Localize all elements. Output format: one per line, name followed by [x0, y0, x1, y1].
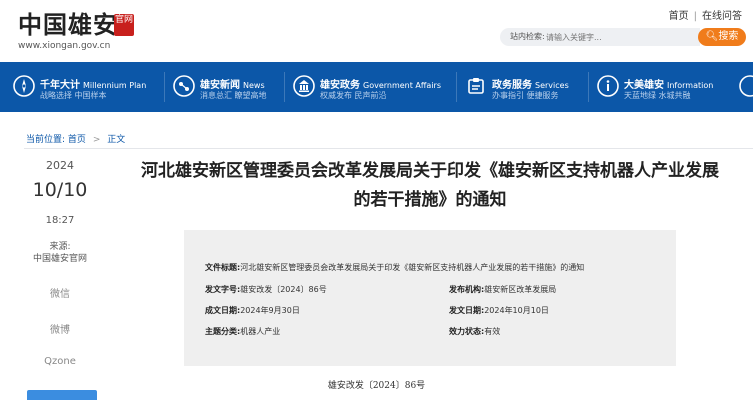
search-input[interactable] [546, 30, 696, 44]
info-issuer: 发布机构:雄安新区改革发展局 [449, 285, 557, 294]
source-name: 中国雄安官网 [32, 254, 87, 264]
nav-subtitle: 战略选择 中国样本 [40, 91, 107, 100]
home-link[interactable]: 首页 [669, 11, 689, 22]
search-button[interactable]: 🔍︎搜索 [698, 28, 746, 46]
nav-subtitle: 消息总汇 瞭望高地 [200, 91, 267, 100]
main-nav: 千年大计 Millennium Plan 战略选择 中国样本 雄安新闻 News 消… [0, 62, 753, 112]
info-doc-no: 发文字号:雄安改发〔2024〕86号 [205, 285, 327, 294]
compass-icon [12, 74, 36, 98]
breadcrumb-label: 当前位置: [26, 135, 66, 145]
publish-year: 2024 [46, 159, 74, 172]
document-number: 雄安改发〔2024〕86号 [327, 381, 426, 391]
nav-title-en: Services [535, 81, 569, 90]
nav-subtitle: 办事指引 便捷服务 [492, 91, 559, 100]
breadcrumb: 当前位置: 首页 > 正文 [26, 135, 126, 145]
logo-text: 中国雄安 [18, 10, 118, 39]
globe-icon [172, 74, 196, 98]
search-icon: 🔍︎ [705, 31, 719, 42]
site-logo[interactable]: 中国雄安 官网 www.xiongan.gov.cn [18, 10, 138, 51]
share-weibo[interactable]: 微博 [24, 321, 96, 336]
info-published: 发文日期:2024年10月10日 [449, 306, 549, 315]
nav-subtitle: 权威发布 民声前沿 [320, 91, 387, 100]
breadcrumb-home[interactable]: 首页 [68, 135, 86, 145]
nav-title-en: Information [667, 81, 714, 90]
sidebar-action-button[interactable] [27, 390, 97, 400]
info-status: 效力状态:有效 [449, 327, 501, 336]
info-subject: 主题分类:机器人产业 [205, 327, 281, 336]
divider [24, 148, 753, 149]
search-button-label: 搜索 [718, 31, 739, 42]
breadcrumb-current[interactable]: 正文 [107, 135, 125, 145]
site-header: 中国雄安 官网 www.xiongan.gov.cn 首页 | 在线问答 站内检索:… [0, 0, 753, 62]
article-title: 河北雄安新区管理委员会改革发展局关于印发《雄安新区支持机器人产业发展的若干措施》… [141, 161, 719, 210]
nav-title-en: Millennium Plan [83, 81, 147, 90]
logo-url: www.xiongan.gov.cn [18, 41, 111, 51]
nav-subtitle: 天蓝地绿 水城共融 [624, 91, 691, 100]
nav-title-en: Government Affairs [363, 81, 441, 90]
nav-title-en: News [243, 81, 265, 90]
services-icon [464, 74, 488, 98]
info-icon [596, 74, 620, 98]
logo-seal: 官网 [114, 14, 134, 36]
search-label: 站内检索: [510, 32, 545, 41]
publish-time: 18:27 [45, 215, 75, 226]
share-wechat[interactable]: 微信 [24, 285, 96, 300]
accessibility-icon [738, 74, 753, 98]
online-qa-link[interactable]: 在线问答 [702, 11, 742, 22]
government-icon [292, 74, 316, 98]
document-info-box: 文件标题:河北雄安新区管理委员会改革发展局关于印发《雄安新区支持机器人产业发展的… [184, 230, 676, 366]
search-box: 站内检索: [500, 28, 700, 46]
share-qzone[interactable]: Qzone [24, 356, 96, 367]
nav-item-overflow[interactable] [738, 62, 753, 112]
article-sidebar: 2024 10/10 18:27 来源: 中国雄安官网 微信 微博 Qzone [24, 149, 96, 400]
info-file-title: 文件标题:河北雄安新区管理委员会改革发展局关于印发《雄安新区支持机器人产业发展的… [205, 263, 585, 272]
info-created: 成文日期:2024年9月30日 [205, 306, 300, 315]
publish-date: 10/10 [32, 179, 88, 201]
top-links: 首页 | 在线问答 [668, 11, 742, 22]
